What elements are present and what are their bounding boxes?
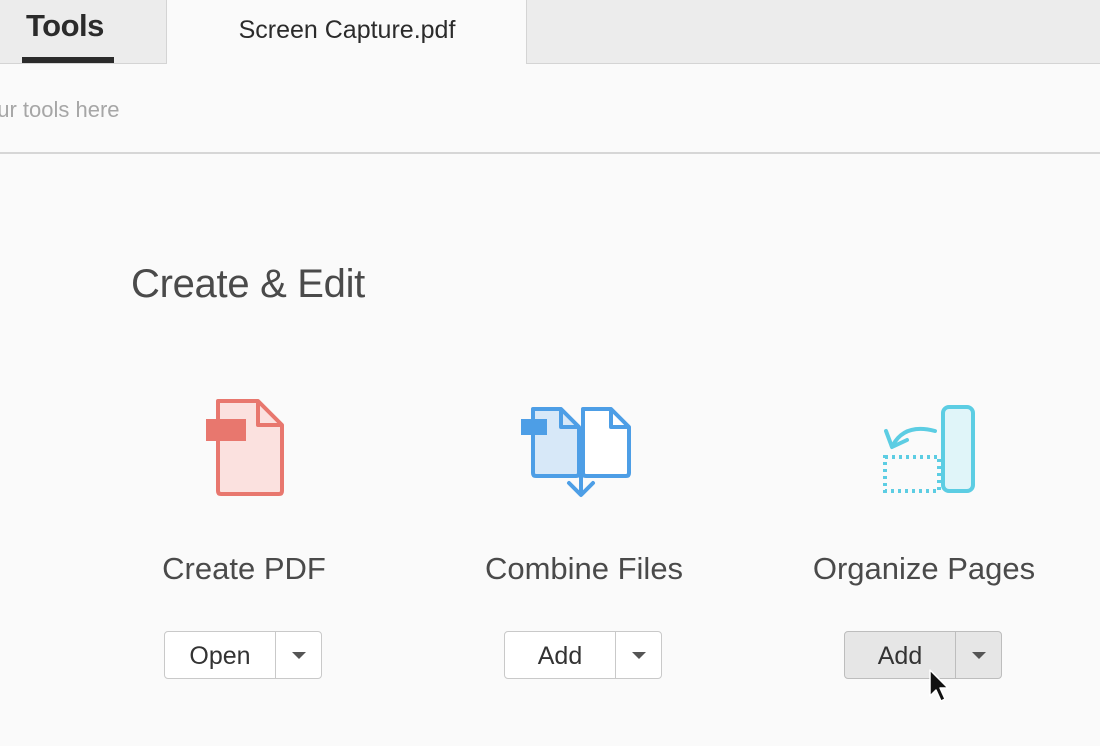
tool-label: Create PDF bbox=[162, 551, 326, 586]
tab-document-label: Screen Capture.pdf bbox=[238, 16, 456, 44]
chevron-down-icon bbox=[292, 652, 306, 659]
add-dropdown-button[interactable] bbox=[956, 632, 1001, 678]
tool-label: Organize Pages bbox=[812, 551, 1036, 586]
add-button[interactable]: Add bbox=[505, 632, 616, 678]
active-tab-indicator bbox=[22, 57, 114, 63]
chevron-down-icon bbox=[632, 652, 646, 659]
organize-pages-icon[interactable] bbox=[764, 395, 1084, 505]
add-dropdown-button[interactable] bbox=[616, 632, 661, 678]
search-input[interactable] bbox=[0, 92, 876, 128]
open-dropdown-button[interactable] bbox=[276, 632, 321, 678]
tab-bar: Tools Screen Capture.pdf bbox=[0, 0, 1100, 64]
tool-card-organize-pages: Organize Pages Add bbox=[764, 395, 1084, 685]
add-split-button: Add bbox=[844, 631, 1002, 679]
tool-search-bar bbox=[0, 64, 1100, 154]
section-title: Create & Edit bbox=[131, 262, 365, 306]
chevron-down-icon bbox=[972, 652, 986, 659]
tool-label: Combine Files bbox=[484, 551, 684, 586]
tab-document[interactable]: Screen Capture.pdf bbox=[167, 0, 527, 64]
create-pdf-icon[interactable] bbox=[84, 395, 404, 505]
tool-card-combine-files: Combine Files Add bbox=[424, 395, 744, 685]
mouse-cursor-icon bbox=[929, 669, 949, 702]
tool-card-create-pdf: Create PDF Open bbox=[84, 395, 404, 685]
open-button[interactable]: Open bbox=[165, 632, 276, 678]
tab-tools[interactable]: Tools bbox=[0, 0, 167, 63]
tab-tools-label: Tools bbox=[26, 8, 104, 43]
add-split-button: Add bbox=[504, 631, 662, 679]
open-split-button: Open bbox=[164, 631, 322, 679]
combine-files-icon[interactable] bbox=[424, 395, 744, 505]
